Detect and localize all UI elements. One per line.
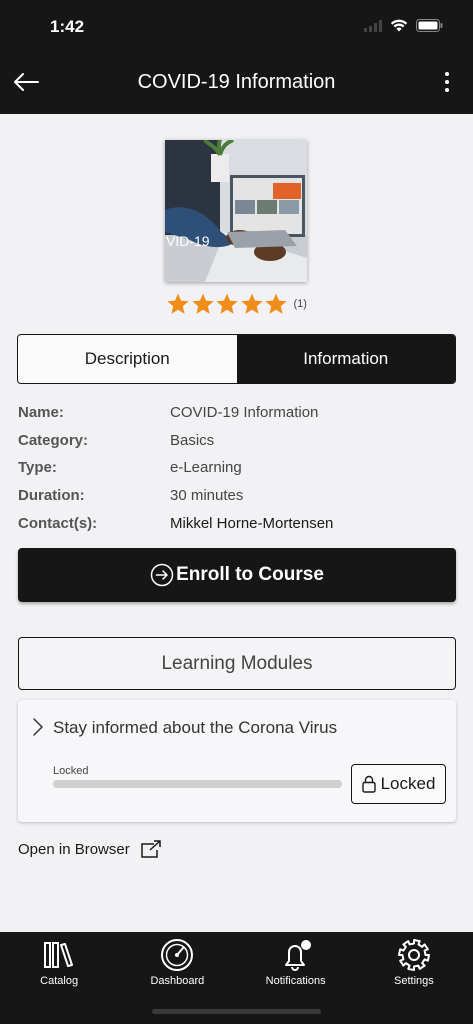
cellular-icon	[364, 19, 382, 37]
gear-icon	[397, 936, 431, 974]
tab-information[interactable]: Information	[236, 335, 455, 383]
duration-value: 30 minutes	[170, 487, 244, 505]
star-icon	[167, 293, 189, 314]
nav-label-settings: Settings	[394, 975, 434, 987]
arrow-right-circle-icon	[150, 563, 174, 587]
dashboard-icon	[160, 936, 194, 974]
locked-button[interactable]: Locked	[351, 764, 446, 804]
enroll-button[interactable]: Enroll to Course	[18, 548, 456, 602]
contact-value: Mikkel Horne-Mortensen	[170, 514, 334, 532]
learning-modules-header[interactable]: Learning Modules	[18, 637, 456, 690]
module-progress-label: Locked	[53, 765, 89, 777]
back-button[interactable]	[10, 68, 42, 100]
nav-label-dashboard: Dashboard	[150, 975, 205, 987]
locked-button-label: Locked	[380, 774, 436, 793]
enroll-label: Enroll to Course	[176, 564, 324, 585]
info-row-type: Type: e-Learning	[18, 454, 458, 482]
home-indicator	[152, 1009, 321, 1014]
nav-item-catalog[interactable]: Catalog	[0, 932, 118, 1024]
tab-bar: Description Information	[17, 334, 456, 384]
more-vertical-icon	[444, 71, 450, 98]
battery-icon	[416, 19, 443, 37]
rating-count: (1)	[293, 298, 307, 310]
module-progress-bar	[53, 780, 342, 788]
open-in-browser-label: Open in Browser	[18, 840, 130, 858]
nav-item-settings[interactable]: Settings	[355, 932, 473, 1024]
open-in-browser-link[interactable]: Open in Browser	[18, 840, 162, 858]
lock-icon	[361, 775, 376, 793]
status-icons	[364, 19, 443, 37]
external-link-icon	[140, 840, 162, 858]
star-rating: (1)	[166, 292, 307, 316]
nav-label-notifications: Notifications	[265, 975, 326, 987]
name-value: COVID-19 Information	[170, 404, 319, 422]
contact-label: Contact(s):	[18, 514, 98, 532]
tab-description[interactable]: Description	[18, 335, 237, 383]
info-table: Name: COVID-19 Information Category: Bas…	[18, 399, 458, 537]
info-row-category: Category: Basics	[18, 427, 458, 455]
page-title: COVID-19 Information	[137, 71, 336, 93]
catalog-icon	[43, 936, 75, 974]
status-time: 1:42	[50, 17, 85, 36]
name-label: Name:	[18, 404, 64, 422]
star-icon	[216, 293, 238, 314]
type-value: e-Learning	[170, 459, 242, 477]
app-bar: COVID-19 Information	[0, 56, 473, 114]
category-label: Category:	[18, 431, 89, 449]
chevron-right-icon[interactable]	[32, 717, 44, 742]
more-options-button[interactable]	[437, 68, 457, 100]
info-row-duration: Duration: 30 minutes	[18, 482, 458, 510]
info-row-contact: Contact(s): Mikkel Horne-Mortensen	[18, 509, 458, 537]
status-bar: 1:42	[0, 0, 473, 56]
type-label: Type:	[18, 459, 57, 477]
course-thumbnail: VID-19	[165, 140, 307, 282]
module-card[interactable]: Stay informed about the Corona Virus Loc…	[18, 700, 456, 822]
wifi-icon	[390, 19, 408, 37]
star-icon	[240, 293, 263, 314]
module-title[interactable]: Stay informed about the Corona Virus	[53, 718, 337, 738]
svg-text:VID-19: VID-19	[166, 233, 210, 249]
star-icon	[265, 293, 287, 314]
info-row-name: Name: COVID-19 Information	[18, 399, 458, 427]
arrow-left-icon	[13, 72, 39, 97]
notification-badge	[300, 940, 311, 950]
course-thumbnail-illustration: VID-19	[165, 140, 307, 282]
bell-icon	[279, 936, 313, 974]
duration-label: Duration:	[18, 487, 85, 505]
nav-label-catalog: Catalog	[40, 975, 79, 987]
star-icon	[191, 293, 214, 314]
category-value: Basics	[170, 431, 215, 449]
